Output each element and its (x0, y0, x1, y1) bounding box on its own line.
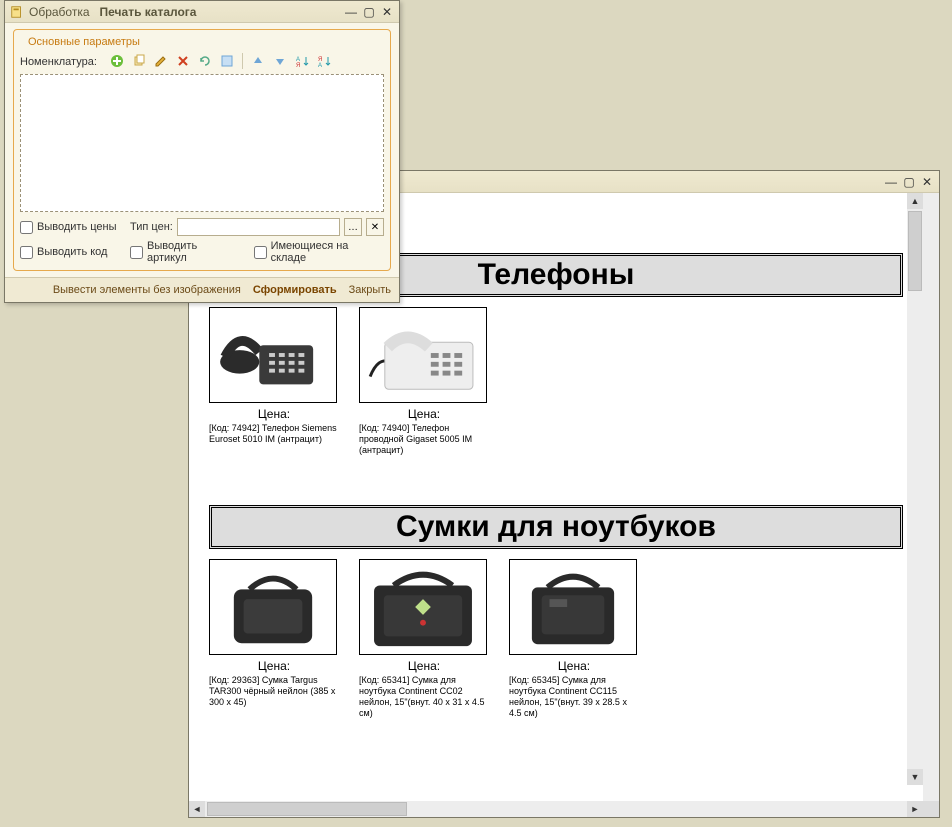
price-type-clear-button[interactable]: ✕ (366, 218, 384, 236)
move-down-icon[interactable] (271, 52, 289, 70)
scroll-up-button[interactable]: ▲ (907, 193, 923, 209)
product-image (209, 559, 337, 655)
output-code-input[interactable] (20, 246, 33, 259)
dialog-title: Обработка Печать каталога (29, 5, 341, 19)
svg-text:А: А (318, 63, 322, 68)
output-article-checkbox[interactable]: Выводить артикул (130, 240, 238, 264)
product-row: Цена: [Код: 29363] Сумка Targus TAR300 чё… (209, 559, 903, 718)
horizontal-scrollbar[interactable]: ◄ ► (189, 801, 939, 817)
edit-icon[interactable] (152, 52, 170, 70)
product-price-label: Цена: (209, 659, 339, 673)
hscroll-track[interactable] (205, 801, 907, 817)
dialog-body: Основные параметры Номенклатура: АЯ ЯА (5, 23, 399, 277)
hscroll-thumb[interactable] (207, 802, 407, 816)
refresh-icon[interactable] (196, 52, 214, 70)
form-button[interactable]: Сформировать (253, 284, 337, 296)
output-code-label: Выводить код (37, 246, 107, 258)
output-prices-input[interactable] (20, 221, 33, 234)
product-image (359, 559, 487, 655)
toolbar-separator (242, 53, 243, 69)
dialog-titlebar[interactable]: Обработка Печать каталога — ▢ ✕ (5, 1, 399, 23)
in-stock-input[interactable] (254, 246, 267, 259)
in-stock-checkbox[interactable]: Имеющиеся на складе (254, 240, 384, 264)
vscroll-thumb[interactable] (908, 211, 922, 291)
nomenclature-list[interactable] (20, 74, 384, 212)
svg-text:Я: Я (296, 63, 300, 68)
sort-desc-icon[interactable]: ЯА (315, 52, 333, 70)
vscroll-track[interactable] (907, 209, 923, 769)
nomenclature-toolbar: АЯ ЯА (108, 52, 333, 70)
product-card: Цена: [Код: 65345] Сумка для ноутбука Con… (509, 559, 639, 718)
output-without-image-button[interactable]: Вывести элементы без изображения (53, 284, 241, 296)
apply-icon[interactable] (218, 52, 236, 70)
product-description: [Код: 74942] Телефон Siemens Euroset 501… (209, 423, 339, 445)
product-card: Цена: [Код: 29363] Сумка Targus TAR300 чё… (209, 559, 339, 718)
output-article-label: Выводить артикул (147, 240, 238, 264)
product-price-label: Цена: (509, 659, 639, 673)
product-description: [Код: 65341] Сумка для ноутбука Continen… (359, 675, 489, 718)
delete-icon[interactable] (174, 52, 192, 70)
minimize-button[interactable]: — (343, 5, 359, 19)
scroll-left-button[interactable]: ◄ (189, 801, 205, 817)
product-image (509, 559, 637, 655)
main-params-fieldset: Основные параметры Номенклатура: АЯ ЯА (13, 29, 391, 271)
product-description: [Код: 74940] Телефон проводной Gigaset 5… (359, 423, 489, 455)
close-button[interactable]: ✕ (379, 5, 395, 19)
output-prices-label: Выводить цены (37, 221, 117, 233)
scroll-corner (923, 801, 939, 817)
preview-minimize-button[interactable]: — (883, 175, 899, 189)
product-description: [Код: 29363] Сумка Targus TAR300 чёрный … (209, 675, 339, 707)
price-type-choose-button[interactable]: … (344, 218, 362, 236)
product-card: Цена: [Код: 74942] Телефон Siemens Eurose… (209, 307, 339, 455)
fieldset-legend: Основные параметры (24, 36, 144, 48)
sort-asc-icon[interactable]: АЯ (293, 52, 311, 70)
scroll-down-button[interactable]: ▼ (907, 769, 923, 785)
maximize-button[interactable]: ▢ (361, 5, 377, 19)
product-card: Цена: [Код: 74940] Телефон проводной Giga… (359, 307, 489, 455)
output-code-checkbox[interactable]: Выводить код (20, 246, 130, 259)
product-image (359, 307, 487, 403)
dialog-title-prefix: Обработка (29, 5, 90, 19)
vertical-scrollbar[interactable]: ▲ ▼ (907, 193, 923, 785)
product-price-label: Цена: (359, 659, 489, 673)
output-prices-checkbox[interactable]: Выводить цены (20, 221, 130, 234)
move-up-icon[interactable] (249, 52, 267, 70)
copy-icon[interactable] (130, 52, 148, 70)
price-type-input[interactable] (177, 218, 340, 236)
price-type-label: Тип цен: (130, 221, 173, 233)
app-icon (9, 4, 25, 20)
product-price-label: Цена: (209, 407, 339, 421)
product-description: [Код: 65345] Сумка для ноутбука Continen… (509, 675, 639, 718)
preview-maximize-button[interactable]: ▢ (901, 175, 917, 189)
output-article-input[interactable] (130, 246, 143, 259)
product-card: Цена: [Код: 65341] Сумка для ноутбука Con… (359, 559, 489, 718)
product-price-label: Цена: (359, 407, 489, 421)
product-image (209, 307, 337, 403)
product-row: Цена: [Код: 74942] Телефон Siemens Eurose… (209, 307, 903, 455)
close-dialog-button[interactable]: Закрыть (349, 284, 391, 296)
nomenclature-label: Номенклатура: (20, 54, 100, 68)
preview-close-button[interactable]: ✕ (919, 175, 935, 189)
in-stock-label: Имеющиеся на складе (271, 240, 384, 264)
category-header: Сумки для ноутбуков (209, 505, 903, 549)
add-icon[interactable] (108, 52, 126, 70)
catalog-print-dialog: Обработка Печать каталога — ▢ ✕ Основные… (4, 0, 400, 303)
dialog-title-main: Печать каталога (100, 5, 197, 19)
scroll-right-button[interactable]: ► (907, 801, 923, 817)
dialog-footer: Вывести элементы без изображения Сформир… (5, 277, 399, 302)
